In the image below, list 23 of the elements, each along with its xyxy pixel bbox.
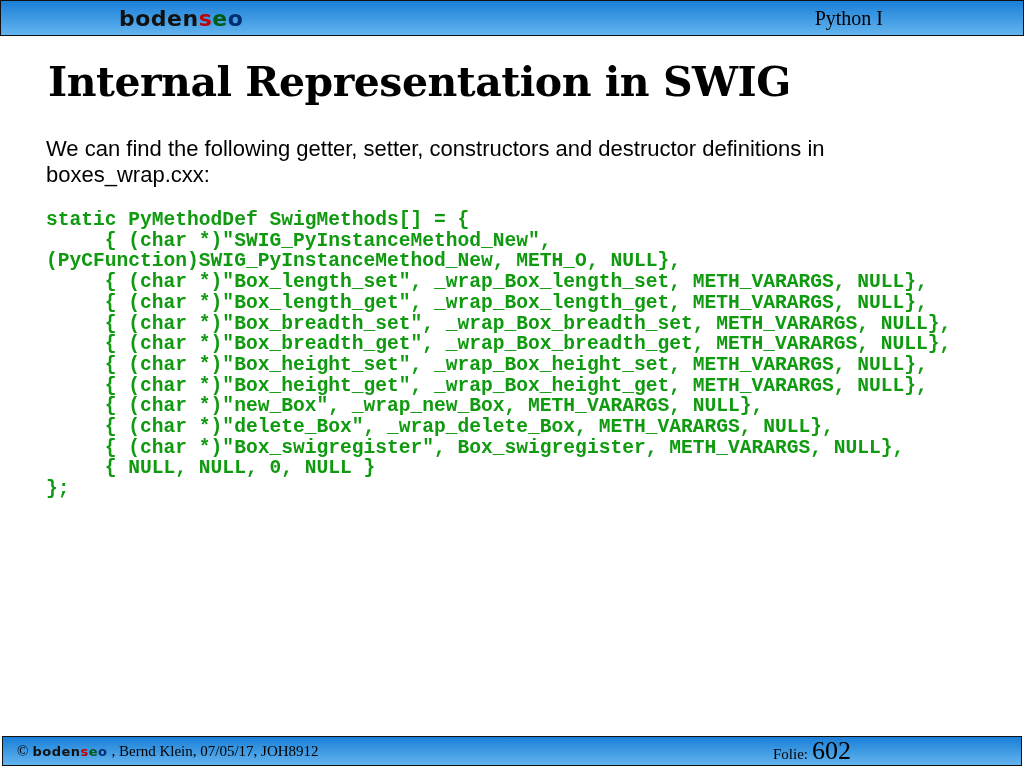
code-line: { (char *)"SWIG_PyInstanceMethod_New", bbox=[104, 230, 553, 252]
code-line: { (char *)"Box_length_set", _wrap_Box_length_set, METH_VARARGS, NULL}, bbox=[103, 272, 929, 293]
code-line: { (char *)"Box_swigregister", Box_swigregister, METH_VARARGS, NULL}, bbox=[103, 437, 906, 459]
code-line: { (char *)"Box_height_get", _wrap_Box_height_get, METH_VARARGS, NULL}, bbox=[103, 375, 929, 397]
code-line: (PyCFunction)SWIG_PyInstanceMethod_New, METH_O, NULL}, bbox=[46, 251, 682, 273]
code-line: { (char *)"Box_length_get", _wrap_Box_length_get, METH_VARARGS, NULL}, bbox=[103, 292, 929, 314]
code-line: { NULL, NULL, 0, NULL } bbox=[103, 458, 377, 480]
code-line: }; bbox=[46, 479, 71, 500]
code-line: { (char *)"Box_breadth_set", _wrap_Box_breadth_set, METH_VARARGS, NULL}, bbox=[103, 313, 953, 335]
bodenseo-logo: bodenseo bbox=[32, 743, 108, 759]
code-line: { (char *)"delete_Box", _wrap_delete_Box, METH_VARARGS, NULL}, bbox=[103, 417, 835, 438]
code-line: { (char *)"Box_height_set", _wrap_Box_height_set, METH_VARARGS, NULL}, bbox=[103, 354, 929, 376]
bodenseo-logo: bodenseo bbox=[119, 5, 244, 31]
code-line: { (char *)"new_Box", _wrap_new_Box, METH_VARARGS, NULL}, bbox=[103, 396, 764, 418]
slide-number: 602 bbox=[812, 736, 851, 766]
course-title: Python I bbox=[814, 6, 883, 30]
slide-title: Internal Representation in SWIG bbox=[48, 58, 792, 106]
intro-text: We can find the following getter, setter, constructors and destructor definitions in boxes_wrap.cxx: bbox=[46, 136, 826, 188]
author-date-text: , Bernd Klein, 07/05/17, JOH8912 bbox=[111, 742, 319, 760]
code-line: static PyMethodDef SwigMethods[] = { bbox=[46, 210, 471, 231]
code-line: { (char *)"Box_breadth_get", _wrap_Box_breadth_get, METH_VARARGS, NULL}, bbox=[103, 334, 953, 355]
copyright-sign: © bbox=[17, 742, 29, 760]
slide-label: Folie: bbox=[773, 746, 808, 763]
